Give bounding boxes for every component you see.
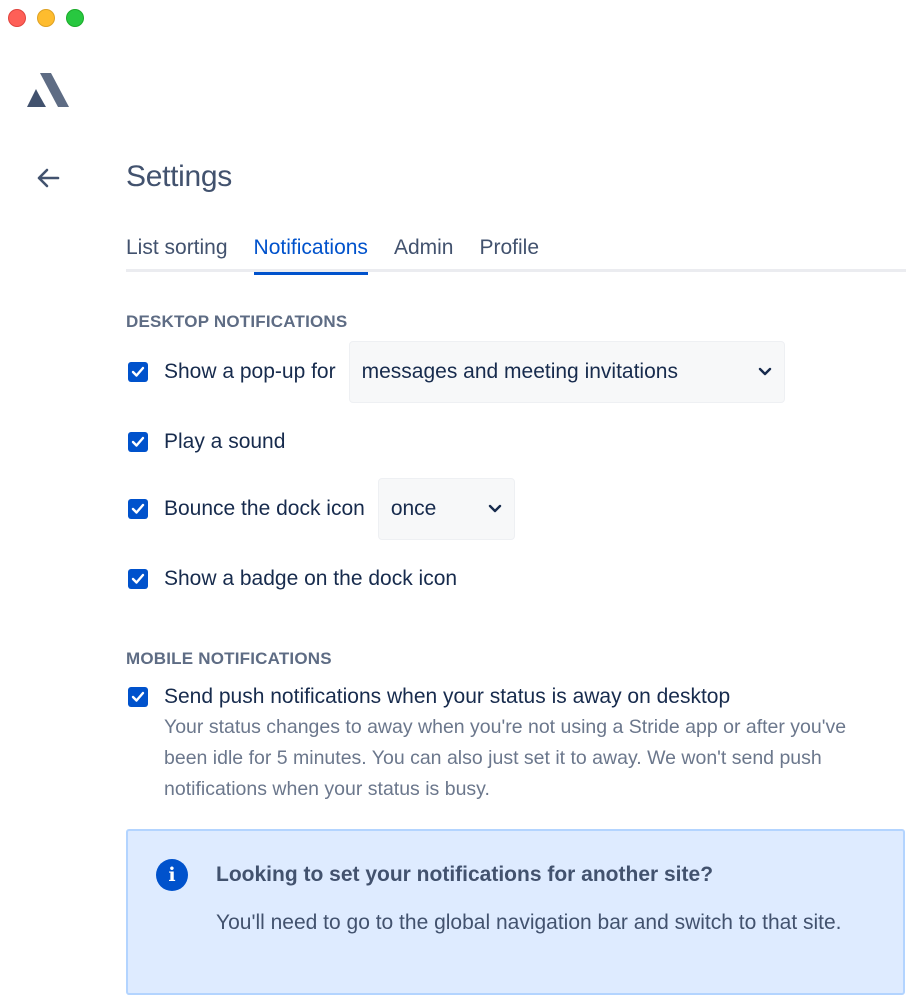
push-checkbox[interactable] [128, 687, 148, 707]
chevron-down-icon [488, 504, 502, 513]
info-title: Looking to set your notifications for an… [216, 863, 714, 886]
close-window-button[interactable] [8, 9, 26, 27]
page-title: Settings [126, 160, 232, 193]
tab-list-sorting[interactable]: List sorting [126, 234, 228, 272]
tab-profile[interactable]: Profile [479, 234, 539, 272]
info-body: You'll need to go to the global navigati… [216, 911, 842, 934]
push-label: Send push notifications when your status… [164, 685, 731, 708]
checkmark-icon [131, 436, 145, 447]
bounce-frequency-select[interactable]: once [377, 478, 515, 540]
bounce-label: Bounce the dock icon [164, 497, 365, 520]
bounce-checkbox[interactable] [128, 499, 148, 519]
settings-tabs: List sorting Notifications Admin Profile [126, 234, 906, 275]
badge-setting-row: Show a badge on the dock icon [128, 565, 457, 593]
chevron-down-icon [758, 367, 771, 376]
popup-type-value: messages and meeting invitations [361, 360, 678, 383]
popup-label: Show a pop-up for [164, 360, 336, 383]
mobile-notifications-heading: MOBILE NOTIFICATIONS [126, 649, 332, 668]
window-controls [8, 9, 84, 27]
info-panel: i Looking to set your notifications for … [126, 829, 905, 995]
sound-setting-row: Play a sound [128, 428, 285, 456]
checkmark-icon [131, 366, 145, 377]
popup-checkbox[interactable] [128, 362, 148, 382]
sound-checkbox[interactable] [128, 432, 148, 452]
zoom-window-button[interactable] [66, 9, 84, 27]
tab-notifications[interactable]: Notifications [253, 234, 369, 275]
push-setting-row: Send push notifications when your status… [128, 683, 730, 711]
stride-logo-icon [27, 73, 69, 107]
sound-label: Play a sound [164, 430, 286, 453]
bounce-frequency-value: once [390, 497, 437, 520]
desktop-notifications-heading: DESKTOP NOTIFICATIONS [126, 312, 348, 331]
arrow-left-icon[interactable] [34, 164, 62, 192]
info-icon: i [156, 859, 188, 891]
minimize-window-button[interactable] [37, 9, 55, 27]
badge-checkbox[interactable] [128, 569, 148, 589]
popup-type-select[interactable]: messages and meeting invitations [348, 341, 785, 403]
checkmark-icon [131, 503, 145, 514]
popup-setting-row: Show a pop-up for messages and meeting i… [128, 341, 785, 403]
checkmark-icon [131, 691, 145, 702]
bounce-setting-row: Bounce the dock icon once [128, 478, 515, 540]
checkmark-icon [131, 573, 145, 584]
push-description: Your status changes to away when you're … [164, 716, 847, 800]
badge-label: Show a badge on the dock icon [164, 567, 458, 590]
tab-admin[interactable]: Admin [394, 234, 454, 272]
